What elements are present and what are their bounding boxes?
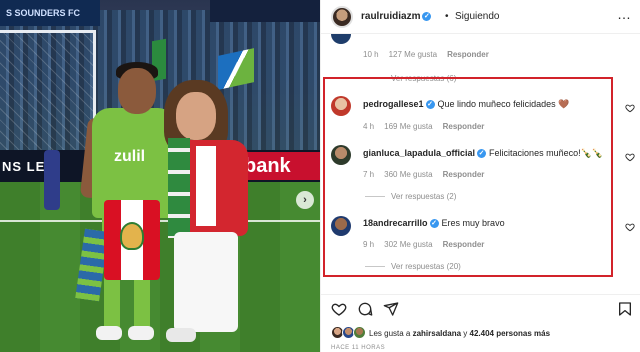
instagram-post-view: S SOUNDERS FC NS LEA bank zulil › raulru… <box>0 0 640 352</box>
comment-meta: 10 h 127 Me gusta Responder <box>363 50 499 59</box>
view-replies-label[interactable]: Ver respuestas (2) <box>391 192 456 201</box>
stadium-screen <box>210 0 320 22</box>
heart-icon[interactable] <box>625 152 635 162</box>
verified-icon: ✓ <box>477 149 487 159</box>
chevron-right-icon[interactable]: › <box>296 191 314 209</box>
avatar[interactable] <box>331 145 351 165</box>
jersey-sponsor: zulil <box>114 148 146 165</box>
woman-shoe <box>166 328 196 342</box>
comment-meta: 4 h 169 Me gusta Responder <box>363 122 494 131</box>
comment-likes[interactable]: 127 Me gusta <box>389 50 437 59</box>
reply-button[interactable]: Responder <box>443 170 485 179</box>
comment-text: Eres muy bravo <box>441 218 505 228</box>
avatar[interactable] <box>353 326 366 339</box>
avatar[interactable] <box>331 6 353 28</box>
share-icon[interactable] <box>383 301 399 317</box>
comment-username[interactable]: pedrogallese1 <box>363 99 424 109</box>
post-photo[interactable]: S SOUNDERS FC NS LEA bank zulil › <box>0 0 320 352</box>
username-text[interactable]: raulruidiazm <box>361 11 420 22</box>
comment-time: 7 h <box>363 170 375 179</box>
likes-summary[interactable]: Les gusta a zahirsaldana y 42.404 person… <box>369 329 550 338</box>
comment-time: 4 h <box>363 122 375 131</box>
following-button[interactable]: Siguiendo <box>455 11 499 22</box>
woman-scarf <box>168 138 190 238</box>
comment-time: 9 h <box>363 240 375 249</box>
woman-face <box>176 92 216 140</box>
avatar[interactable] <box>331 34 351 44</box>
bank-ad: bank <box>236 152 320 180</box>
woman-pants <box>174 232 238 332</box>
comment-meta: 7 h 360 Me gusta Responder <box>363 170 494 179</box>
heart-icon[interactable] <box>625 103 635 113</box>
reply-button[interactable]: Responder <box>443 122 485 131</box>
comment-likes[interactable]: 360 Me gusta <box>384 170 432 179</box>
comment-body: gianluca_lapadula_official ✓ Felicitacione… <box>363 148 603 159</box>
comments-panel: raulruidiazm ✓ • Siguiendo … 10 h 127 Me g… <box>320 0 640 352</box>
heart-icon[interactable] <box>625 222 635 232</box>
comment-username[interactable]: 18andrecarrillo <box>363 218 428 228</box>
stadium-sign: S SOUNDERS FC <box>0 0 100 26</box>
comment-body: pedrogallese1 ✓ Que lindo muñeco felicidad… <box>363 99 569 110</box>
comment-time: 10 h <box>363 50 379 59</box>
peru-flag <box>104 200 160 280</box>
avatar[interactable] <box>331 216 351 236</box>
player-head <box>118 68 156 114</box>
avatar[interactable] <box>331 96 351 116</box>
more-options-icon[interactable]: … <box>617 6 632 22</box>
peru-crest-icon <box>120 222 144 250</box>
header-username[interactable]: raulruidiazm ✓ <box>361 11 432 22</box>
post-actions-bar <box>321 294 640 322</box>
view-replies-label[interactable]: Ver respuestas (20) <box>391 262 461 271</box>
separator-dot: • <box>445 11 449 22</box>
replies-divider <box>365 266 385 268</box>
comment-meta: 9 h 302 Me gusta Responder <box>363 240 494 249</box>
verified-icon: ✓ <box>422 11 432 21</box>
comment-text: Que lindo muñeco felicidades 🤎 <box>437 99 570 109</box>
post-header: raulruidiazm ✓ • Siguiendo … <box>321 0 640 34</box>
player-shoe-left <box>96 326 122 340</box>
likes-user[interactable]: zahirsaldana <box>413 329 461 338</box>
comment-body: 18andrecarrillo ✓ Eres muy bravo <box>363 218 505 229</box>
pitch-line <box>0 220 320 222</box>
view-replies-button[interactable]: Ver respuestas (20) <box>365 262 461 271</box>
comment-text: Felicitaciones muñeco!🍾🍾 <box>489 148 604 158</box>
likes-prefix: Les gusta a <box>369 329 413 338</box>
reply-button[interactable]: Responder <box>443 240 485 249</box>
replies-divider <box>365 196 385 198</box>
comment-username[interactable]: gianluca_lapadula_official <box>363 148 475 158</box>
post-timestamp: HACE 11 HORAS <box>331 345 386 351</box>
heart-icon[interactable] <box>331 301 347 317</box>
likes-count[interactable]: 42.404 personas más <box>470 329 551 338</box>
verified-icon: ✓ <box>429 219 439 229</box>
verified-icon: ✓ <box>425 100 435 110</box>
reply-button[interactable]: Responder <box>447 50 489 59</box>
comment-likes[interactable]: 169 Me gusta <box>384 122 432 131</box>
likes-middle: y <box>461 329 470 338</box>
view-replies-button[interactable]: Ver respuestas (2) <box>365 192 456 201</box>
comment-icon[interactable] <box>357 301 373 317</box>
player-shoe-right <box>128 326 154 340</box>
comment-likes[interactable]: 302 Me gusta <box>384 240 432 249</box>
woman-white-band <box>196 146 216 226</box>
referee <box>44 150 60 210</box>
bookmark-icon[interactable] <box>617 301 633 317</box>
